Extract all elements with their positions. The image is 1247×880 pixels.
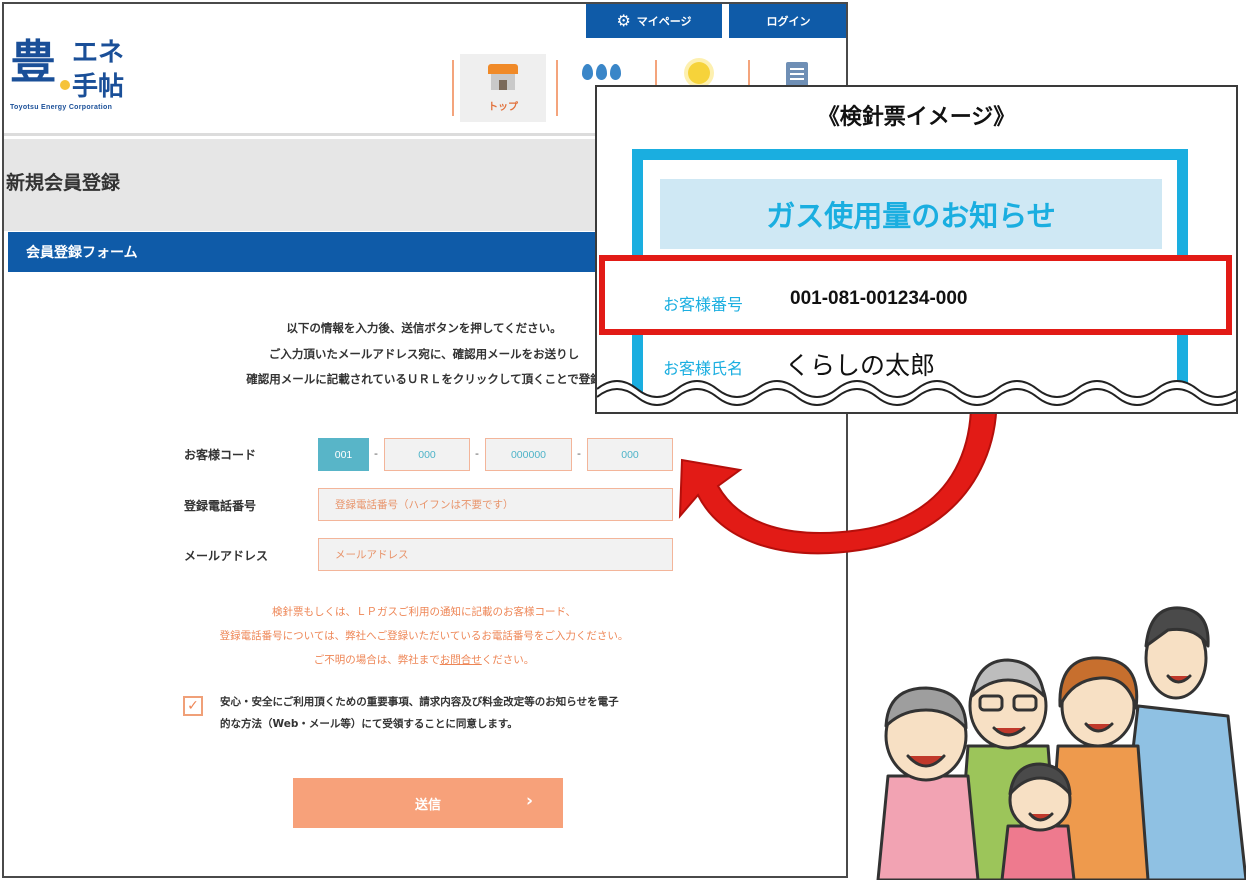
customer-number-label: お客様番号 bbox=[663, 295, 744, 314]
code-separator: - bbox=[374, 447, 378, 460]
customer-code-field-1[interactable]: 001 bbox=[318, 438, 369, 471]
agree-checkbox[interactable]: ✓ bbox=[183, 696, 203, 716]
code-separator: - bbox=[577, 447, 581, 460]
gear-icon: ⚙ bbox=[616, 11, 631, 30]
note-line-contact: ご不明の場合は、弊社までお問合せください。 bbox=[4, 652, 844, 667]
login-label: ログイン bbox=[766, 15, 811, 28]
logo-kanji: 豊 bbox=[10, 35, 56, 89]
checkmark-icon: ✓ bbox=[187, 698, 199, 714]
nav-divider bbox=[452, 60, 454, 116]
agree-text: 的な方法（Web・メール等）にて受領することに同意します。 bbox=[220, 718, 518, 730]
nav-top-label: トップ bbox=[488, 102, 518, 113]
nav-item-top[interactable]: トップ bbox=[460, 54, 546, 122]
note-line: 検針票もしくは、ＬＰガスご利用の通知に記載のお客様コード、 bbox=[271, 606, 577, 618]
email-label: メールアドレス bbox=[184, 549, 269, 563]
form-title: 会員登録フォーム bbox=[26, 245, 138, 261]
house-icon bbox=[488, 64, 518, 90]
gas-drop-icon bbox=[596, 64, 607, 80]
chevron-right-icon: › bbox=[525, 791, 533, 811]
nav-divider bbox=[556, 60, 558, 116]
logo-dot-icon bbox=[60, 80, 70, 90]
note-prefix: ご不明の場合は、弊社まで bbox=[313, 654, 440, 666]
ticket-title: 《検針票イメージ》 bbox=[817, 105, 1016, 130]
customer-code-field-2[interactable]: 000 bbox=[384, 438, 470, 471]
torn-edge bbox=[597, 380, 1236, 412]
site-logo[interactable]: 豊 エネ 手帖 Toyotsu Energy Corporation bbox=[10, 26, 170, 116]
logo-subtitle: Toyotsu Energy Corporation bbox=[10, 104, 113, 111]
sun-icon bbox=[688, 62, 710, 84]
note-suffix: ください。 bbox=[481, 654, 535, 666]
code-separator: - bbox=[475, 447, 479, 460]
phone-input[interactable]: 登録電話番号（ハイフンは不要です） bbox=[318, 488, 673, 521]
family-illustration bbox=[876, 606, 1246, 880]
page-title: 新規会員登録 bbox=[6, 172, 121, 194]
email-input[interactable]: メールアドレス bbox=[318, 538, 673, 571]
customer-number-value: 001-081-001234-000 bbox=[790, 288, 968, 309]
logo-line2: 手帖 bbox=[72, 72, 125, 102]
note-line: 登録電話番号については、弊社へご登録いただいているお電話番号をご入力ください。 bbox=[219, 630, 629, 642]
submit-button[interactable]: 送信 › bbox=[293, 778, 563, 828]
contact-link[interactable]: お問合せ bbox=[440, 654, 482, 666]
customer-code-label: お客様コード bbox=[184, 448, 257, 462]
ticket-heading: ガス使用量のお知らせ bbox=[766, 199, 1056, 233]
logo-line1: エネ bbox=[72, 38, 125, 68]
agree-text: 安心・安全にご利用頂くための重要事項、請求内容及び料金改定等のお知らせを電子 bbox=[220, 696, 619, 708]
gas-drop-icon bbox=[582, 64, 593, 80]
phone-label: 登録電話番号 bbox=[184, 499, 257, 513]
mypage-label: マイページ bbox=[636, 15, 692, 28]
meter-ticket-callout: 《検針票イメージ》 ガス使用量のお知らせ お客様番号 001-081-00123… bbox=[595, 85, 1238, 414]
mypage-button[interactable]: ⚙ マイページ bbox=[586, 4, 722, 38]
gas-drop-icon bbox=[610, 64, 621, 80]
customer-code-field-3[interactable]: 000000 bbox=[485, 438, 572, 471]
login-button[interactable]: ログイン bbox=[729, 4, 846, 38]
ticket-heading-bar: ガス使用量のお知らせ bbox=[660, 179, 1162, 249]
submit-label: 送信 bbox=[414, 797, 441, 813]
